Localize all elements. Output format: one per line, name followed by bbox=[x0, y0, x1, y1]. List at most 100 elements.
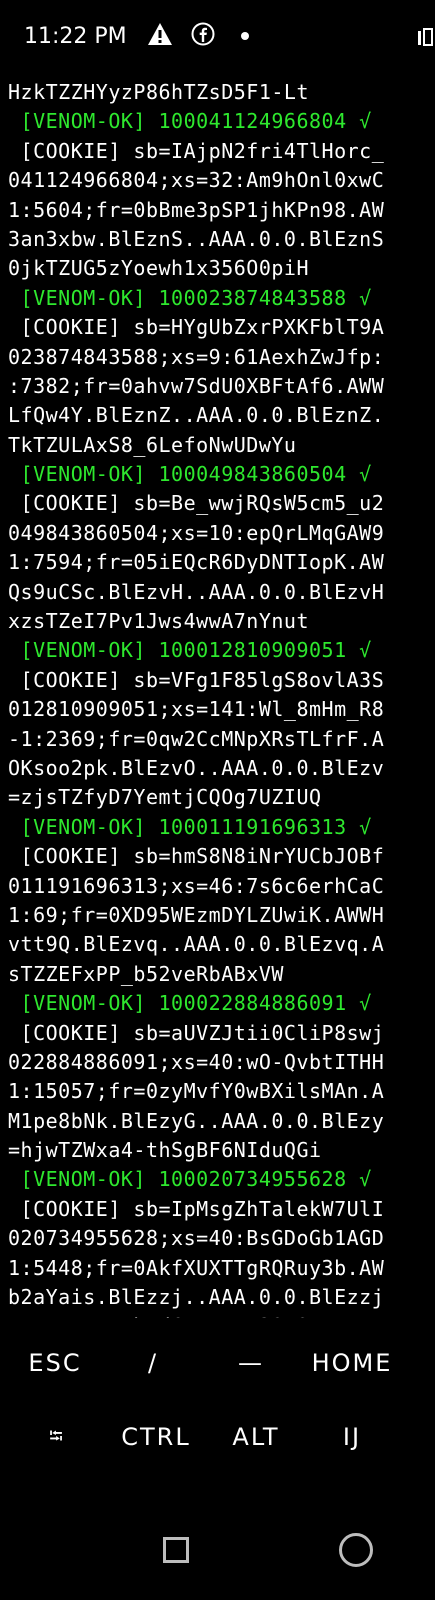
terminal-text: [COOKIE] sb=VFg1F85lgS8ovlA3S bbox=[8, 667, 385, 692]
terminal-text: b2aYais.BlEzzj..AAA.0.0.BlEzzj bbox=[8, 1285, 385, 1310]
terminal-line: 0jkTZUG5zYoewh1x356O0piH bbox=[8, 254, 435, 283]
venom-ok-line: [VENOM-OK] 100012810909051 √ bbox=[8, 638, 372, 663]
terminal-line: xzsTZeI7Pv1Jws4wwA7nYnut bbox=[8, 607, 435, 636]
terminal-line: 3an3xbw.BlEznS..AAA.0.0.BlEznS bbox=[8, 225, 435, 254]
extra-keys-bar: ESC / — HOME ⭾ CTRL ALT IJ bbox=[0, 1330, 435, 1478]
terminal-line: [VENOM-OK] 100041124966804 √ bbox=[8, 107, 435, 136]
keyboard-toggle-key[interactable]: IJ bbox=[312, 1404, 392, 1470]
terminal-text: -1:2369;fr=0qw2CcMNpXRsTLfrF.A bbox=[8, 726, 385, 751]
navigation-bar bbox=[0, 1500, 435, 1600]
terminal-line: [COOKIE] sb=hmS8N8iNrYUCbJOBf bbox=[8, 842, 435, 871]
terminal-text: [COOKIE] sb=HYgUbZxrPXKFblT9A bbox=[8, 315, 385, 340]
home-button[interactable] bbox=[339, 1533, 373, 1567]
terminal-text: OKsoo2pk.BlEzvO..AAA.0.0.BlEzv bbox=[8, 755, 385, 780]
terminal-text: [COOKIE] sb=IAjpN2fri4TlHorc_ bbox=[8, 138, 385, 163]
terminal-text: xzsTZeI7Pv1Jws4wwA7nYnut bbox=[8, 609, 309, 634]
terminal-line: 1:7594;fr=05iEQcR6DyDNTIopK.AW bbox=[8, 548, 435, 577]
terminal-line: 011191696313;xs=46:7s6c6erhCaC bbox=[8, 872, 435, 901]
facebook-icon bbox=[191, 22, 215, 46]
tab-key[interactable]: ⭾ bbox=[24, 1404, 90, 1470]
terminal-text: sTZZEFxPP_b52veRbABxVW bbox=[8, 961, 284, 986]
status-time: 11:22 PM bbox=[24, 24, 127, 49]
terminal-line: LfQw4Y.BlEznZ..AAA.0.0.BlEznZ. bbox=[8, 401, 435, 430]
notification-dot-icon bbox=[241, 32, 249, 40]
terminal-line: 020734955628;xs=40:BsGDoGb1AGD bbox=[8, 1224, 435, 1253]
terminal-text: [COOKIE] sb=hmS8N8iNrYUCbJOBf bbox=[8, 844, 385, 869]
terminal-text: 041124966804;xs=32:Am9hOnl0xwC bbox=[8, 168, 385, 193]
terminal-text: =zjsTZfyD7YemtjCQOg7UZIUQ bbox=[8, 785, 322, 810]
terminal-text: 020734955628;xs=40:BsGDoGb1AGD bbox=[8, 1226, 385, 1251]
terminal-text: 012810909051;xs=141:Wl_8mHm_R8 bbox=[8, 697, 385, 722]
terminal-output[interactable]: HzkTZZHYyzP86hTZsD5F1-Lt [VENOM-OK] 1000… bbox=[8, 78, 435, 1318]
terminal-line: [COOKIE] sb=IpMsgZhTalekW7UlI bbox=[8, 1195, 435, 1224]
terminal-line: HzkTZZHYyzP86hTZsD5F1-Lt bbox=[8, 78, 435, 107]
terminal-line: [VENOM-OK] 100012810909051 √ bbox=[8, 636, 435, 665]
terminal-line: M1pe8bNk.BlEzyG..AAA.0.0.BlEzy bbox=[8, 1107, 435, 1136]
terminal-text: :7382;fr=0ahvw7SdU0XBFtAf6.AWW bbox=[8, 373, 385, 398]
terminal-line: [VENOM-OK] 100020734955628 √ bbox=[8, 1165, 435, 1194]
terminal-text: M1pe8bNk.BlEzyG..AAA.0.0.BlEzy bbox=[8, 1108, 385, 1133]
terminal-text: [COOKIE] sb=Be_wwjRQsW5cm5_u2 bbox=[8, 491, 385, 516]
terminal-text: 011191696313;xs=46:7s6c6erhCaC bbox=[8, 873, 385, 898]
alt-key[interactable]: ALT bbox=[216, 1404, 296, 1470]
terminal-line: [VENOM-OK] 100049843860504 √ bbox=[8, 460, 435, 489]
terminal-line: [COOKIE] sb=VFg1F85lgS8ovlA3S bbox=[8, 666, 435, 695]
venom-ok-line: [VENOM-OK] 100049843860504 √ bbox=[8, 462, 372, 487]
terminal-text: Qs9uCSc.BlEzvH..AAA.0.0.BlEzvH bbox=[8, 579, 385, 604]
venom-ok-line: [VENOM-OK] 100011191696313 √ bbox=[8, 814, 372, 839]
terminal-text: 1:15057;fr=0zyMvfY0wBXilsMAn.A bbox=[8, 1079, 385, 1104]
venom-ok-line: [VENOM-OK] 100023874843588 √ bbox=[8, 285, 372, 310]
terminal-text: 4zwTZTKx7YbYdCDH-1BT38v8 bbox=[8, 1314, 309, 1318]
terminal-text: LfQw4Y.BlEznZ..AAA.0.0.BlEznZ. bbox=[8, 403, 385, 428]
terminal-line: OKsoo2pk.BlEzvO..AAA.0.0.BlEzv bbox=[8, 754, 435, 783]
terminal-text: HzkTZZHYyzP86hTZsD5F1-Lt bbox=[8, 80, 309, 104]
dash-key[interactable]: — bbox=[215, 1330, 287, 1396]
terminal-text: 1:5448;fr=0AkfXUXTTgRQRuy3b.AW bbox=[8, 1255, 385, 1280]
signal-icon bbox=[418, 28, 433, 46]
terminal-line: 023874843588;xs=9:61AexhZwJfp: bbox=[8, 343, 435, 372]
terminal-line: TkTZULAxS8_6LefoNwUDwYu bbox=[8, 431, 435, 460]
terminal-line: 1:5448;fr=0AkfXUXTTgRQRuy3b.AW bbox=[8, 1254, 435, 1283]
terminal-line: 012810909051;xs=141:Wl_8mHm_R8 bbox=[8, 695, 435, 724]
venom-ok-line: [VENOM-OK] 100022884886091 √ bbox=[8, 991, 372, 1016]
terminal-line: 049843860504;xs=10:epQrLMqGAW9 bbox=[8, 519, 435, 548]
terminal-line: [COOKIE] sb=Be_wwjRQsW5cm5_u2 bbox=[8, 489, 435, 518]
terminal-line: -1:2369;fr=0qw2CcMNpXRsTLfrF.A bbox=[8, 725, 435, 754]
terminal-text: =hjwTZWxa4-thSgBF6NIduQGi bbox=[8, 1138, 322, 1163]
terminal-line: =hjwTZWxa4-thSgBF6NIduQGi bbox=[8, 1136, 435, 1165]
terminal-line: b2aYais.BlEzzj..AAA.0.0.BlEzzj bbox=[8, 1283, 435, 1312]
terminal-line: [VENOM-OK] 100023874843588 √ bbox=[8, 284, 435, 313]
terminal-text: 1:7594;fr=05iEQcR6DyDNTIopK.AW bbox=[8, 550, 385, 575]
terminal-text: 1:69;fr=0XD95WEzmDYLZUwiK.AWWH bbox=[8, 902, 385, 927]
terminal-line: [VENOM-OK] 100011191696313 √ bbox=[8, 813, 435, 842]
terminal-text: 023874843588;xs=9:61AexhZwJfp: bbox=[8, 344, 385, 369]
terminal-line: 1:5604;fr=0bBme3pSP1jhKPn98.AW bbox=[8, 196, 435, 225]
terminal-text: 049843860504;xs=10:epQrLMqGAW9 bbox=[8, 520, 385, 545]
ctrl-key[interactable]: CTRL bbox=[108, 1404, 204, 1470]
terminal-line: vtt9Q.BlEzvq..AAA.0.0.BlEzvq.A bbox=[8, 930, 435, 959]
status-bar: 11:22 PM bbox=[0, 0, 435, 72]
venom-ok-line: [VENOM-OK] 100020734955628 √ bbox=[8, 1167, 372, 1192]
terminal-text: TkTZULAxS8_6LefoNwUDwYu bbox=[8, 432, 297, 457]
terminal-line: 041124966804;xs=32:Am9hOnl0xwC bbox=[8, 166, 435, 195]
recent-apps-button[interactable] bbox=[163, 1537, 189, 1563]
venom-ok-line: [VENOM-OK] 100041124966804 √ bbox=[8, 109, 372, 134]
terminal-text: 3an3xbw.BlEznS..AAA.0.0.BlEznS bbox=[8, 226, 385, 251]
terminal-line: Qs9uCSc.BlEzvH..AAA.0.0.BlEzvH bbox=[8, 578, 435, 607]
terminal-line: 1:15057;fr=0zyMvfY0wBXilsMAn.A bbox=[8, 1077, 435, 1106]
terminal-line: 022884886091;xs=40:wO-QvbtITHH bbox=[8, 1048, 435, 1077]
terminal-line: sTZZEFxPP_b52veRbABxVW bbox=[8, 960, 435, 989]
terminal-text: 0jkTZUG5zYoewh1x356O0piH bbox=[8, 256, 309, 281]
warning-icon bbox=[148, 23, 172, 45]
home-key[interactable]: HOME bbox=[296, 1330, 408, 1396]
terminal-line: [VENOM-OK] 100022884886091 √ bbox=[8, 989, 435, 1018]
terminal-text: vtt9Q.BlEzvq..AAA.0.0.BlEzvq.A bbox=[8, 932, 385, 957]
slash-key[interactable]: / bbox=[117, 1330, 189, 1396]
terminal-line: [COOKIE] sb=aUVZJtii0CliP8swj bbox=[8, 1019, 435, 1048]
terminal-line: :7382;fr=0ahvw7SdU0XBFtAf6.AWW bbox=[8, 372, 435, 401]
terminal-line: [COOKIE] sb=HYgUbZxrPXKFblT9A bbox=[8, 313, 435, 342]
terminal-text: 022884886091;xs=40:wO-QvbtITHH bbox=[8, 1049, 385, 1074]
terminal-text: [COOKIE] sb=aUVZJtii0CliP8swj bbox=[8, 1020, 385, 1045]
terminal-line: 4zwTZTKx7YbYdCDH-1BT38v8 bbox=[8, 1312, 435, 1318]
esc-key[interactable]: ESC bbox=[14, 1330, 96, 1396]
